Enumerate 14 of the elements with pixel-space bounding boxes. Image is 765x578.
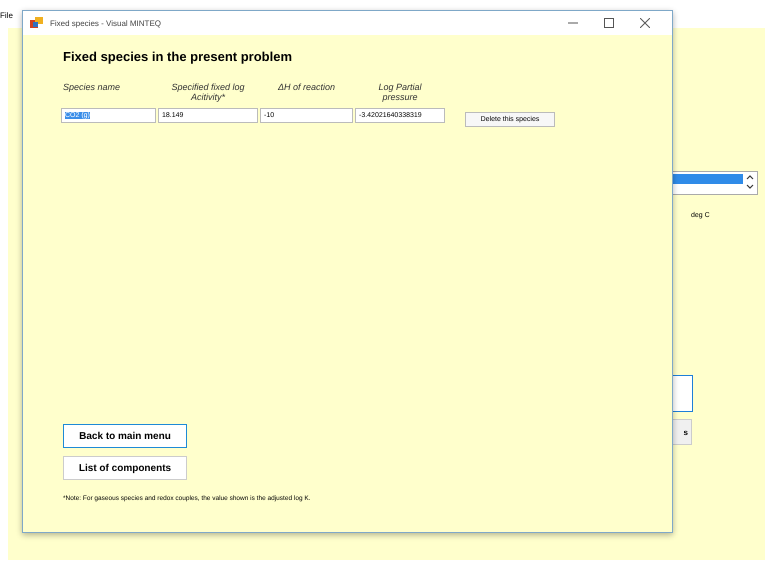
heading: Fixed species in the present problem <box>63 49 292 64</box>
close-icon[interactable] <box>640 18 650 28</box>
menu-item[interactable]: File <box>0 11 13 20</box>
spinner-arrows-icon[interactable] <box>746 173 754 191</box>
column-header: Species name <box>62 82 122 92</box>
button[interactable]: List of components <box>63 456 187 480</box>
maximize-icon[interactable] <box>604 18 614 28</box>
button[interactable]: Back to main menu <box>63 424 187 448</box>
column-header: Specified fixed log Acitivity* <box>170 82 246 102</box>
app-icon <box>30 17 44 29</box>
column-header: ΔH of reaction <box>276 82 336 92</box>
spinner-field[interactable] <box>672 171 758 195</box>
window-title: Fixed species - Visual MINTEQ <box>50 18 161 28</box>
column-header: Log Partial pressure <box>377 82 423 102</box>
